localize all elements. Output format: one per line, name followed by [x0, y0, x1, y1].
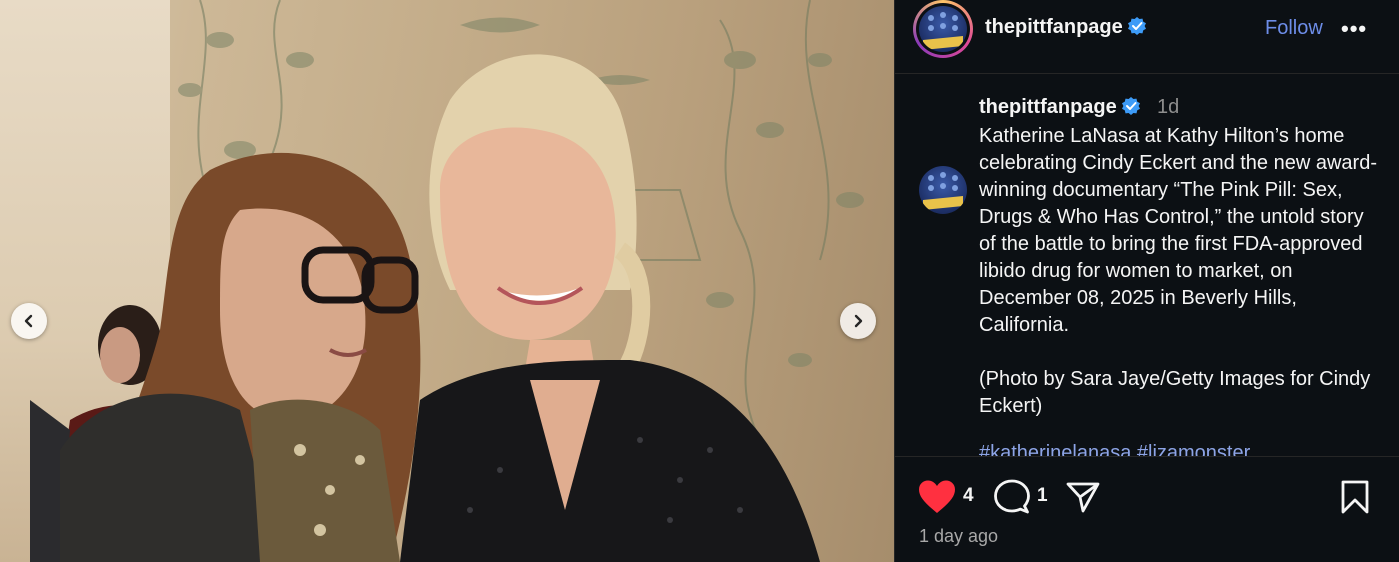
verified-badge-icon	[1127, 17, 1146, 35]
avatar	[919, 6, 967, 52]
post-time[interactable]: 1d	[1157, 96, 1179, 119]
heart-filled-icon[interactable]	[917, 479, 957, 515]
caption-username[interactable]: thepittfanpage	[979, 96, 1117, 118]
header-username-row: thepittfanpage	[985, 16, 1147, 39]
post-header: thepittfanpage Follow •••	[895, 0, 1399, 74]
likes-count[interactable]: 4	[963, 485, 974, 507]
next-photo-button[interactable]	[840, 303, 876, 339]
story-ring[interactable]	[913, 0, 973, 58]
paper-plane-icon[interactable]	[1065, 479, 1101, 515]
chevron-left-icon	[24, 314, 33, 328]
comment-bubble-icon[interactable]	[993, 479, 1031, 515]
caption-hashtags[interactable]: #katherinelanasa #lizamonster	[979, 442, 1250, 456]
follow-button[interactable]: Follow	[1265, 17, 1323, 40]
woman-right	[400, 54, 820, 562]
caption-avatar[interactable]	[919, 166, 967, 214]
bookmark-icon[interactable]	[1339, 479, 1371, 515]
post-photo[interactable]	[0, 0, 894, 562]
post-side-panel: thepittfanpage Follow ••• thepittfanpage…	[894, 0, 1399, 562]
previous-photo-button[interactable]	[11, 303, 47, 339]
comments-count[interactable]: 1	[1037, 485, 1048, 507]
header-username[interactable]: thepittfanpage	[985, 16, 1123, 38]
verified-badge-icon	[1121, 97, 1140, 115]
caption-username-row: thepittfanpage	[979, 96, 1141, 119]
post-actions-bar: 4 1 1 day ago	[895, 456, 1399, 562]
caption-scroll-area[interactable]: thepittfanpage 1d Katherine LaNasa at Ka…	[895, 74, 1399, 456]
post-date[interactable]: 1 day ago	[919, 526, 998, 547]
more-options-button[interactable]: •••	[1341, 16, 1367, 42]
caption-text: Katherine LaNasa at Kathy Hilton’s home …	[979, 125, 1377, 417]
chevron-right-icon	[854, 314, 863, 328]
